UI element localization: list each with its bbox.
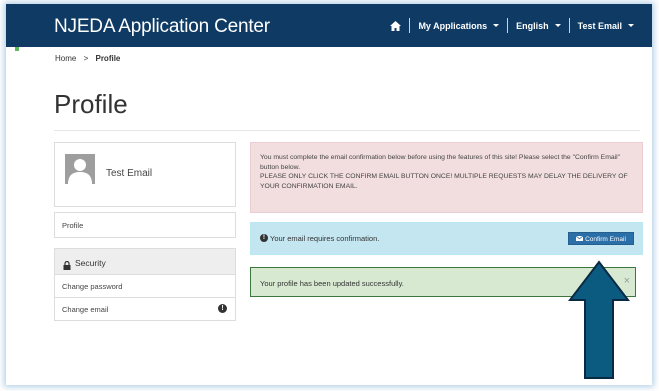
envelope-icon	[575, 233, 584, 246]
my-applications-menu[interactable]: My Applications	[418, 20, 500, 31]
exclamation-circle-icon: !	[218, 304, 227, 313]
breadcrumb: Home > Profile	[55, 54, 120, 63]
user-card: Test Email	[54, 142, 236, 207]
user-menu-label: Test Email	[577, 20, 622, 31]
security-heading: Security	[55, 249, 235, 275]
security-heading-label: Security	[75, 258, 106, 268]
chevron-down-icon	[628, 24, 634, 27]
user-avatar-icon	[65, 154, 95, 184]
breadcrumb-current: Profile	[95, 54, 121, 63]
breadcrumb-separator: >	[83, 54, 89, 63]
sidebar-item-change-password[interactable]: Change password	[55, 275, 235, 298]
nav-divider	[568, 18, 570, 33]
chevron-down-icon	[493, 24, 500, 27]
chevron-down-icon	[554, 24, 561, 27]
up-arrow-annotation-icon	[567, 260, 631, 385]
app-window: NJEDA Application Center My Applications…	[6, 4, 652, 385]
status-dot	[15, 47, 19, 51]
brand-title[interactable]: NJEDA Application Center	[54, 16, 270, 38]
language-menu[interactable]: English	[516, 21, 561, 31]
warning-text-line1: You must complete the email confirmation…	[260, 154, 621, 171]
sidebar-item-profile[interactable]: Profile	[54, 212, 236, 238]
my-applications-label: My Applications	[418, 20, 488, 31]
sidebar-item-change-email[interactable]: Change email !	[55, 298, 235, 320]
user-name: Test Email	[106, 168, 153, 179]
success-message: Your profile has been updated successful…	[260, 279, 404, 288]
nav-divider	[507, 18, 509, 33]
sidebar-item-label: Change email	[62, 305, 109, 314]
home-icon[interactable]	[390, 20, 402, 31]
lock-icon	[63, 257, 71, 275]
user-menu[interactable]: Test Email	[578, 21, 634, 31]
nav-divider	[409, 18, 411, 33]
nav-menu: My Applications English Test Email	[390, 4, 634, 47]
title-divider	[54, 130, 640, 131]
top-navbar: NJEDA Application Center My Applications…	[6, 4, 652, 47]
language-label: English	[516, 20, 549, 31]
confirm-email-label: Confirm Email	[585, 236, 626, 244]
breadcrumb-home-link[interactable]: Home	[55, 54, 76, 63]
exclamation-circle-icon: !	[260, 234, 268, 242]
confirmation-warning-alert: You must complete the email confirmation…	[250, 142, 643, 213]
sidebar-item-label: Profile	[62, 221, 84, 230]
sidebar-item-label: Change password	[62, 282, 123, 291]
page-title: Profile	[54, 89, 128, 119]
info-message: Your email requires confirmation.	[270, 234, 380, 243]
email-confirmation-alert: ! Your email requires confirmation. Conf…	[250, 222, 643, 255]
warning-text-line2: PLEASE ONLY CLICK THE CONFIRM EMAIL BUTT…	[260, 173, 628, 190]
security-panel: Security Change password Change email !	[54, 248, 236, 321]
confirm-email-button[interactable]: Confirm Email	[568, 232, 634, 245]
